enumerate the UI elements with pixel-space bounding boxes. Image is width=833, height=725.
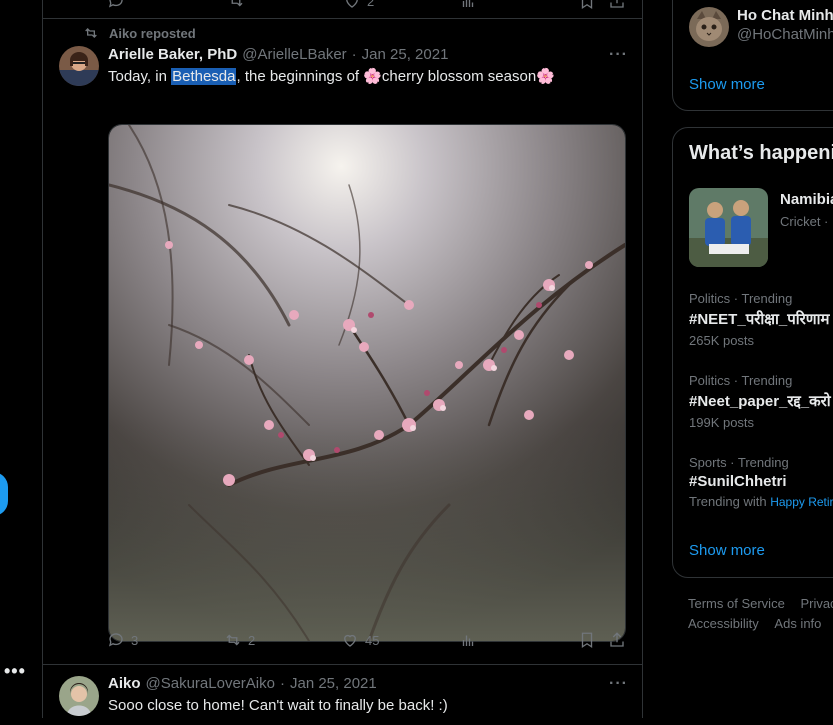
tweet-date[interactable]: Jan 25, 2021 [290,675,377,692]
views-button[interactable] [459,0,477,10]
tweet[interactable]: Aiko @SakuraLoverAiko · Jan 25, 2021 ···… [43,665,642,725]
trend-item[interactable]: Politics · Trending #Neet_paper_रद्द_करो… [689,373,831,430]
bookmark-button[interactable] [578,631,596,649]
views-button[interactable] [459,631,477,649]
like-button[interactable]: 45 [341,631,379,649]
show-more-link[interactable]: Show more [689,76,765,93]
who-to-follow-panel: Ho Chat Minh @HoChatMinh Show more [672,0,833,111]
show-more-link[interactable]: Show more [689,542,765,559]
footer-terms-link[interactable]: Terms of Service [688,596,785,611]
avatar[interactable] [59,46,99,86]
trend-title[interactable]: #SunilChhetri [689,473,833,490]
cat-avatar-image [689,7,729,47]
avatar[interactable] [59,676,99,716]
analytics-icon [462,0,474,7]
tweet-header: Aiko @SakuraLoverAiko · Jan 25, 2021 [108,675,377,692]
like-button[interactable]: 2 [343,0,374,10]
repost-icon [231,0,243,7]
trend-meta: Sports · Trending [689,455,789,470]
share-icon [610,632,624,647]
timeline-feed: 2 Aiko reposted Arielle Baker, PhD @Arie… [42,0,643,718]
trend-thumbnail[interactable] [689,188,768,267]
whats-happening-panel: What’s happening Namibia Cricket · Polit… [672,127,833,578]
trend-posts: 199K posts [689,415,755,430]
reply-icon [108,633,123,647]
footer-links: Accessibility Ads info [688,616,821,631]
repost-context: Aiko reposted [83,25,196,41]
follow-suggestion[interactable]: Ho Chat Minh @HoChatMinh [737,7,833,43]
trend-title[interactable]: #NEET_परीक्षा_परिणाम [689,309,829,329]
share-button[interactable] [608,631,626,649]
author-handle[interactable]: @SakuraLoverAiko [146,675,275,692]
tweet-text: Sooo close to home! Can't wait to finall… [108,697,448,714]
repost-icon [226,634,240,646]
author-name[interactable]: Arielle Baker, PhD [108,46,237,63]
like-count: 45 [365,632,380,648]
reply-button[interactable]: 3 [107,631,138,649]
more-options-icon[interactable]: ··· [609,675,628,693]
author-name[interactable]: Aiko [108,675,141,692]
tweet-text-part: Today, in [108,68,172,85]
analytics-icon [462,635,474,646]
reply-button[interactable] [107,0,125,10]
trend-context: Trending with Happy Retirement [689,494,833,509]
tweet-text-part: , the beginnings of 🌸cherry blossom seas… [236,68,555,85]
trend-posts: 265K posts [689,333,755,348]
panel-title: What’s happening [689,142,833,164]
separator-dot: · [351,46,357,63]
footer-privacy-link[interactable]: Privacy [800,596,833,611]
separator-dot: · [279,675,285,692]
tweet-photo[interactable] [108,124,626,642]
more-options-icon[interactable]: ··· [609,46,628,64]
share-button[interactable] [608,0,626,10]
post-compose-button[interactable] [0,472,8,516]
heart-icon [344,634,356,647]
trend-meta: Politics · Trending [689,373,793,388]
bookmark-button[interactable] [578,0,596,10]
author-handle[interactable]: @ArielleLBaker [242,46,346,63]
reply-count: 3 [131,632,139,648]
footer-ads-link[interactable]: Ads info [774,616,821,631]
repost-label[interactable]: Aiko reposted [109,26,196,41]
repost-icon [85,28,97,38]
featured-title[interactable]: Namibia [780,191,833,208]
repost-button[interactable]: 2 [224,631,255,649]
tweet-header: Arielle Baker, PhD @ArielleLBaker · Jan … [108,46,448,63]
avatar[interactable] [689,7,729,47]
share-icon [610,0,624,8]
heart-icon [346,0,358,8]
trend-meta: Politics · Trending [689,291,793,306]
suggestion-name[interactable]: Ho Chat Minh [737,7,833,24]
featured-meta: Cricket · [780,214,829,229]
bookmark-icon [581,632,593,649]
cherry-blossom-image [109,125,625,641]
tweet[interactable]: Aiko reposted Arielle Baker, PhD @Ariell… [43,19,642,663]
more-menu-icon[interactable]: ••• [4,661,26,682]
trend-title[interactable]: #Neet_paper_रद्द_करो [689,391,831,411]
like-count: 2 [367,0,375,9]
tweet-text: Today, in Bethesda, the beginnings of 🌸c… [108,67,555,87]
place-link[interactable]: Bethesda [171,68,237,85]
author-avatar-image [59,46,99,86]
related-trend-link[interactable]: Happy Retirement [770,495,833,509]
trend-item[interactable]: Sports · Trending #SunilChhetri Trending… [689,455,833,509]
trend-item[interactable]: Politics · Trending #NEET_परीक्षा_परिणाम… [689,291,829,348]
cricket-photo [689,188,768,267]
bookmark-icon [581,0,593,10]
repost-count: 2 [248,632,256,648]
repost-button[interactable] [227,0,245,10]
footer-accessibility-link[interactable]: Accessibility [688,616,759,631]
author-avatar-image [59,676,99,716]
trending-with-label: Trending with [689,494,767,509]
featured-trend[interactable]: Namibia Cricket · [780,191,833,229]
tweet-date[interactable]: Jan 25, 2021 [362,46,449,63]
footer-links: Terms of Service Privacy [688,596,833,611]
reply-icon [108,0,123,8]
suggestion-handle[interactable]: @HoChatMinh [737,26,833,43]
